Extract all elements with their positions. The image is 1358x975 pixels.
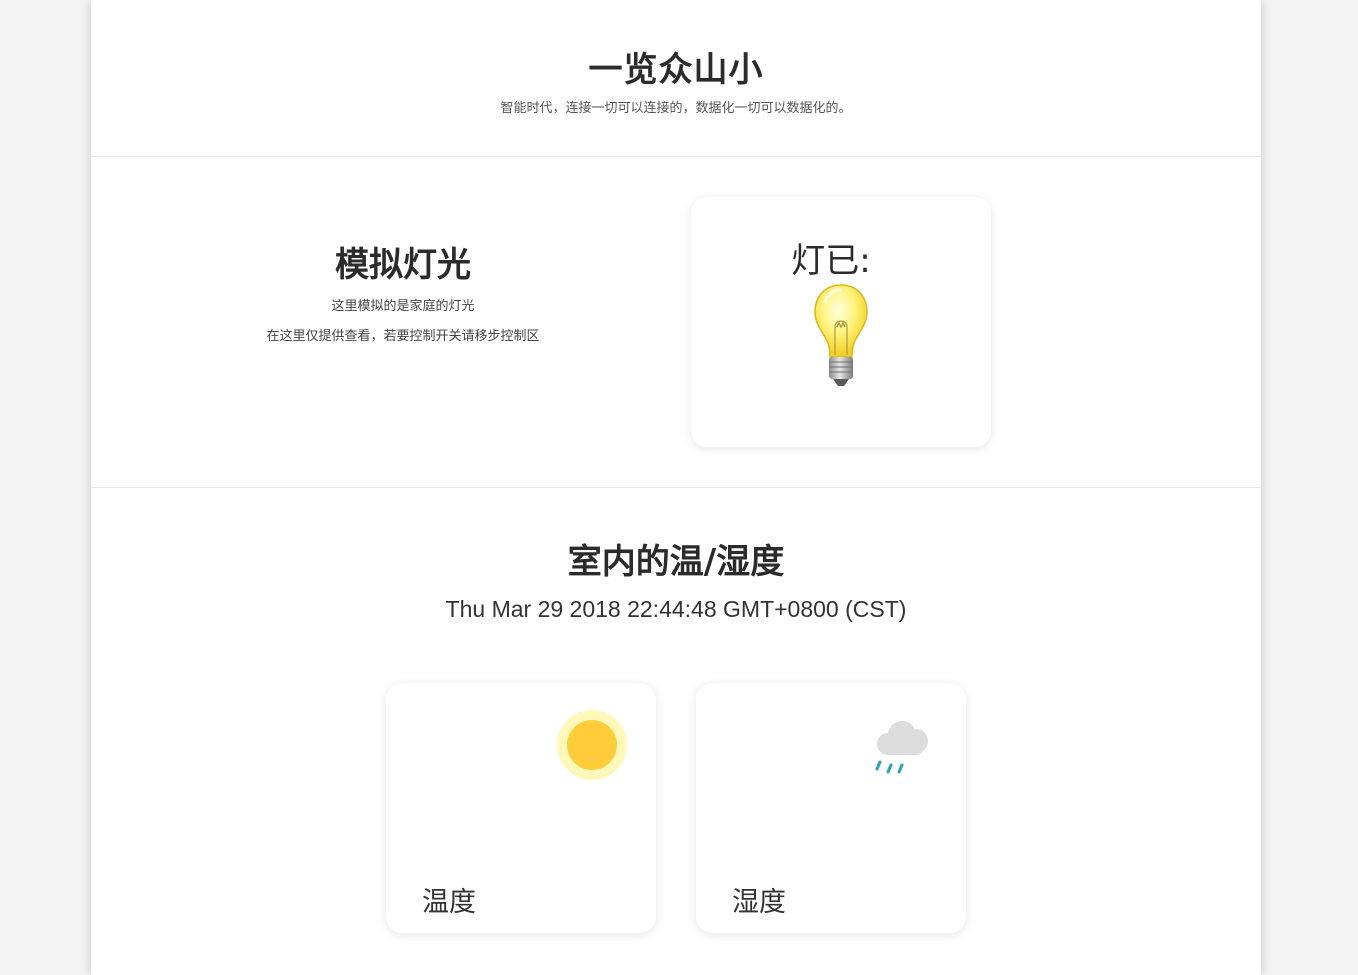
humidity-card: 湿度 <box>696 683 966 933</box>
light-intro: 模拟灯光 这里模拟的是家庭的灯光 在这里仅提供查看，若要控制开关请移步控制区 <box>203 243 603 347</box>
humidity-label: 湿度 <box>732 887 786 918</box>
site-header: 一览众山小 智能时代，连接一切可以连接的，数据化一切可以数据化的。 <box>91 0 1261 157</box>
temperature-label: 温度 <box>422 887 476 918</box>
rain-cloud-icon <box>875 721 928 774</box>
lamp-status-label: 灯已: <box>791 241 871 281</box>
light-description-2: 在这里仅提供查看，若要控制开关请移步控制区 <box>266 329 540 344</box>
lightbulb-icon <box>814 284 868 386</box>
lamp-status-card: 灯已: <box>691 197 991 447</box>
site-title: 一览众山小 <box>588 50 764 90</box>
climate-section-title: 室内的温/湿度 <box>567 542 785 582</box>
light-section-title: 模拟灯光 <box>335 245 471 285</box>
temperature-card: 温度 <box>386 683 656 933</box>
current-timestamp: Thu Mar 29 2018 22:44:48 GMT+0800 (CST) <box>445 596 907 622</box>
climate-section: 室内的温/湿度 Thu Mar 29 2018 22:44:48 GMT+080… <box>91 488 1261 975</box>
site-subtitle: 智能时代，连接一切可以连接的，数据化一切可以数据化的。 <box>500 101 852 116</box>
page-container: 一览众山小 智能时代，连接一切可以连接的，数据化一切可以数据化的。 模拟灯光 这… <box>91 0 1261 975</box>
sun-icon <box>557 710 627 780</box>
light-description-1: 这里模拟的是家庭的灯光 <box>331 299 475 314</box>
light-section: 模拟灯光 这里模拟的是家庭的灯光 在这里仅提供查看，若要控制开关请移步控制区 灯… <box>91 157 1261 488</box>
